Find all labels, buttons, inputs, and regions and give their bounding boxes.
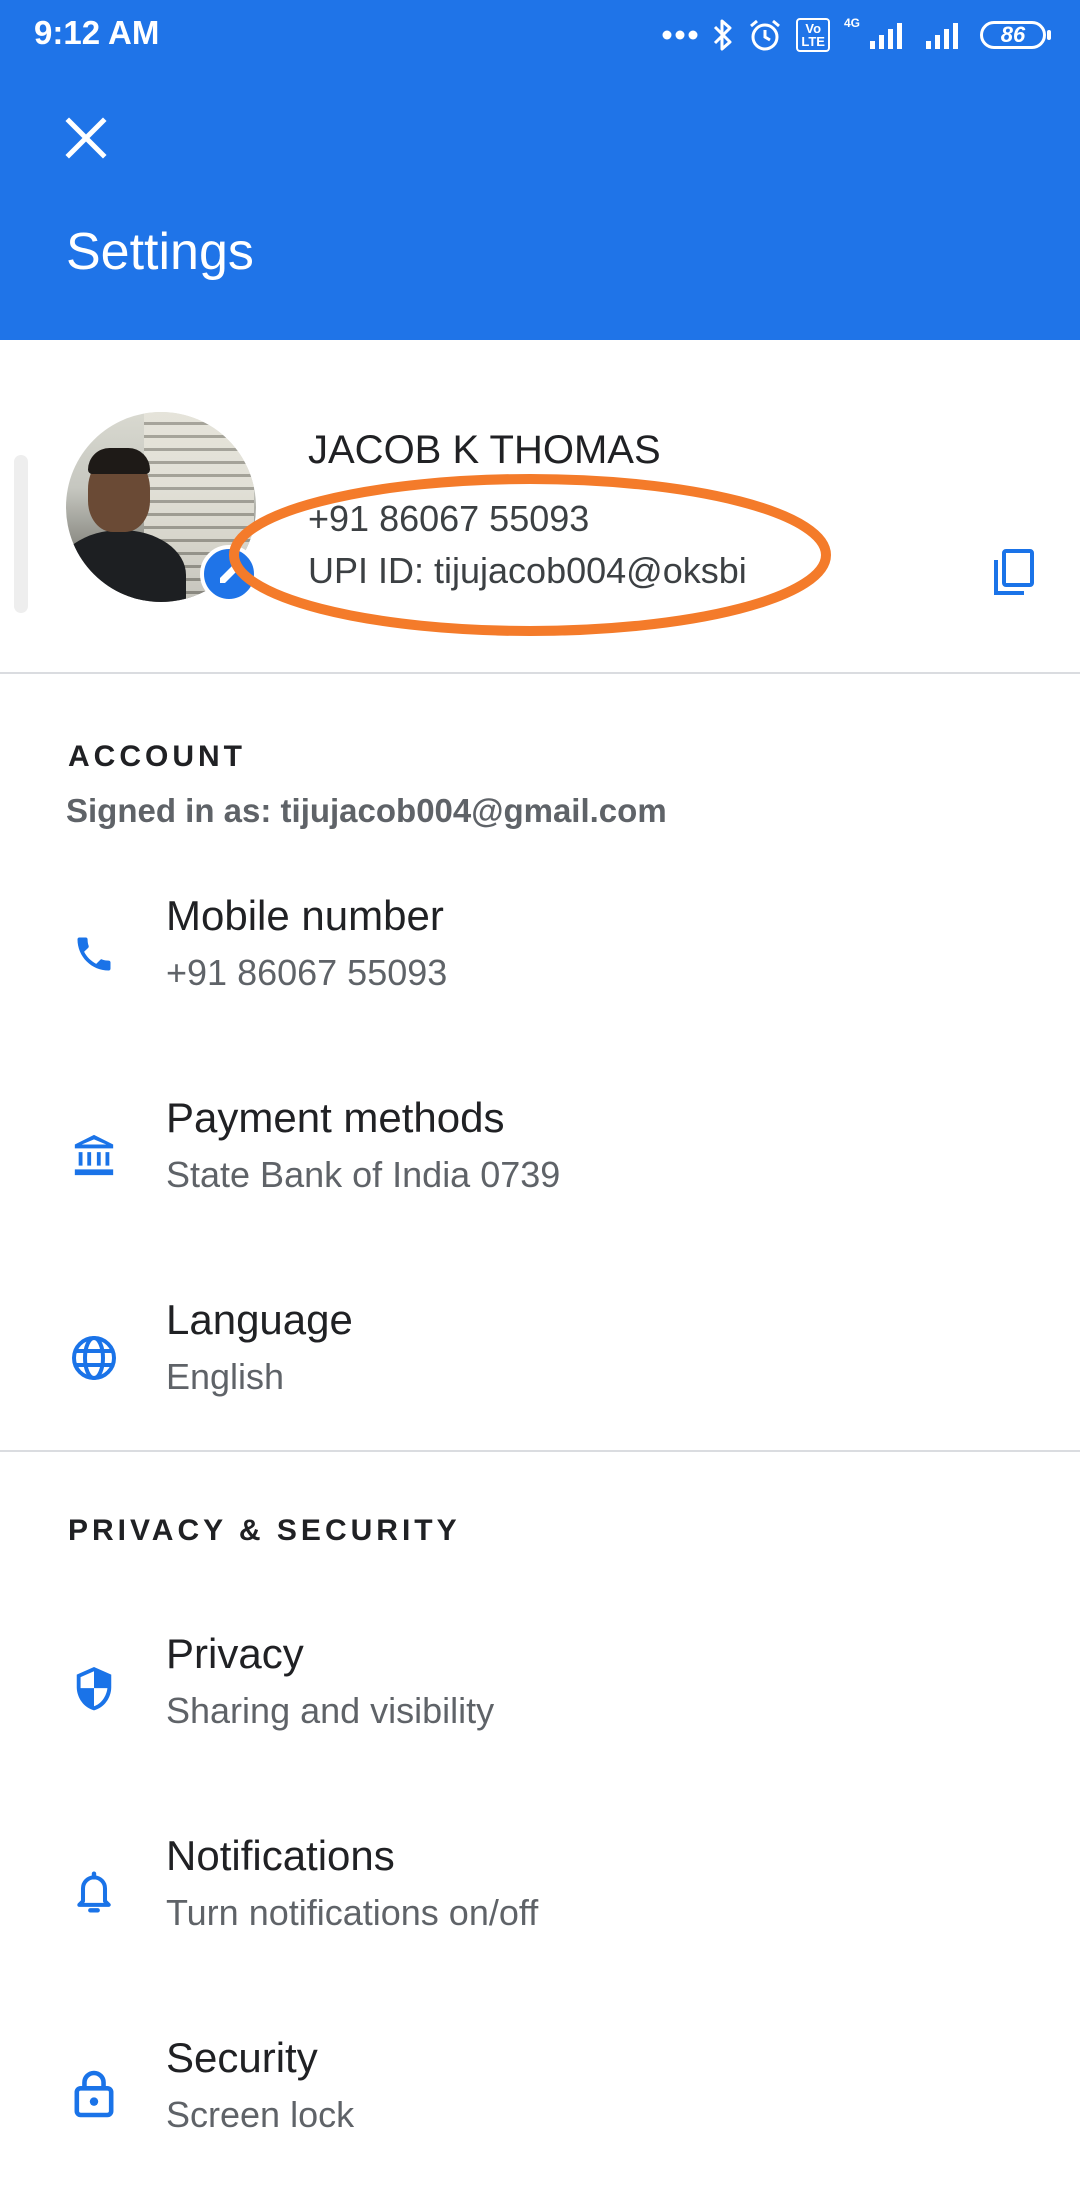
status-bar: 9:12 AM Vo LTE 4G 86 <box>0 0 1080 70</box>
privacy-item[interactable]: Privacy Sharing and visibility <box>0 1588 1080 1788</box>
copy-upi-button[interactable] <box>986 544 1042 600</box>
privacy-subtitle: Sharing and visibility <box>166 1690 495 1731</box>
signal-icon-2 <box>926 23 958 49</box>
globe-icon <box>66 1330 122 1386</box>
app-bar: 9:12 AM Vo LTE 4G 86 Settings <box>0 0 1080 340</box>
alarm-icon <box>750 19 781 51</box>
notifications-subtitle: Turn notifications on/off <box>166 1892 539 1933</box>
lock-icon <box>66 2066 122 2122</box>
account-header: ACCOUNT <box>68 740 246 773</box>
volte-badge: Vo LTE <box>796 18 830 52</box>
highlight-annotation <box>229 474 831 636</box>
network-type: 4G <box>843 16 860 30</box>
signed-in-label: Signed in as: tijujacob004@gmail.com <box>66 792 667 829</box>
status-time: 9:12 AM <box>34 14 160 51</box>
payment-methods-title: Payment methods <box>166 1094 505 1141</box>
payment-methods-item[interactable]: Payment methods State Bank of India 0739 <box>0 1054 1080 1254</box>
bell-icon <box>66 1864 122 1920</box>
bank-icon <box>66 1128 122 1184</box>
mobile-number-item[interactable]: Mobile number +91 86067 55093 <box>0 852 1080 1052</box>
status-icons: Vo LTE 4G 86 <box>662 14 1051 56</box>
mobile-number-title: Mobile number <box>166 892 444 939</box>
profile-card: JACOB K THOMAS +91 86067 55093 UPI ID: t… <box>0 340 1080 674</box>
language-title: Language <box>166 1296 353 1343</box>
bluetooth-icon <box>714 19 732 51</box>
close-button[interactable] <box>56 108 116 168</box>
privacy-title: Privacy <box>166 1630 304 1677</box>
page-title: Settings <box>66 223 254 281</box>
security-subtitle: Screen lock <box>166 2094 355 2135</box>
more-dots-icon <box>662 30 698 40</box>
shield-icon <box>66 1662 122 1718</box>
privacy-security-header: PRIVACY & SECURITY <box>68 1514 461 1547</box>
profile-name: JACOB K THOMAS <box>308 428 661 472</box>
battery-indicator: 86 <box>980 21 1051 49</box>
language-value: English <box>166 1356 285 1397</box>
signal-icon <box>870 23 902 49</box>
account-section: ACCOUNT Signed in as: tijujacob004@gmail… <box>0 674 1080 1452</box>
close-icon <box>65 117 107 159</box>
security-title: Security <box>166 2034 318 2081</box>
language-item[interactable]: Language English <box>0 1256 1080 1456</box>
phone-icon <box>66 926 122 982</box>
copy-icon <box>994 549 1034 595</box>
security-item[interactable]: Security Screen lock <box>0 1992 1080 2192</box>
payment-methods-value: State Bank of India 0739 <box>166 1154 561 1195</box>
mobile-number-value: +91 86067 55093 <box>166 952 448 993</box>
scroll-indicator <box>14 455 28 613</box>
notifications-item[interactable]: Notifications Turn notifications on/off <box>0 1790 1080 1990</box>
privacy-security-section: PRIVACY & SECURITY Privacy Sharing and v… <box>0 1452 1080 2160</box>
notifications-title: Notifications <box>166 1832 395 1879</box>
